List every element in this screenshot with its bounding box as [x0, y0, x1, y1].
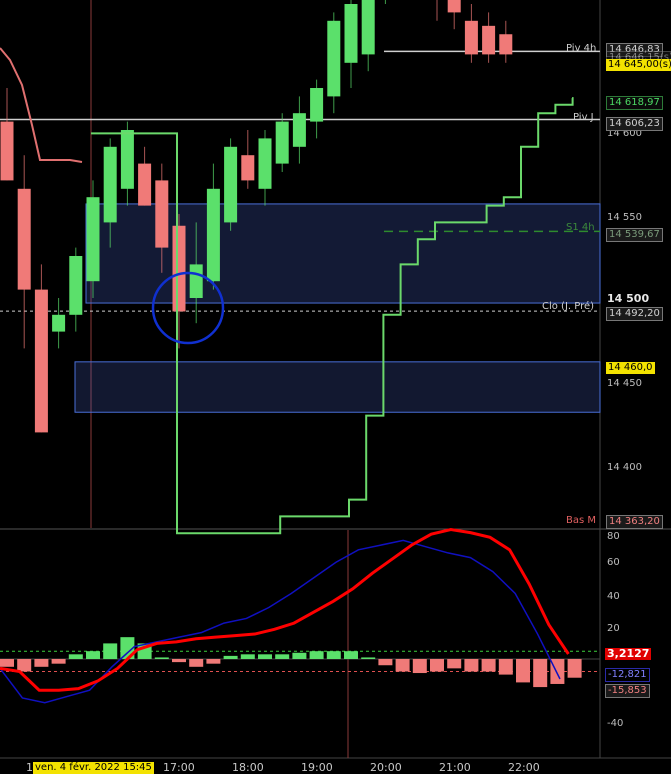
candle-body: [275, 121, 289, 164]
osc-histogram-bar: [86, 651, 100, 659]
osc-histogram-bar: [344, 651, 358, 659]
osc-hist-value: -15,853: [605, 684, 650, 698]
osc-histogram-bar: [361, 657, 376, 659]
candle-body: [499, 34, 513, 55]
osc-histogram-bar: [258, 654, 272, 659]
osc-histogram-bar: [567, 659, 582, 678]
candle-body: [189, 264, 203, 298]
osc-tick-neg40: -40: [607, 718, 624, 729]
candle-body: [258, 138, 272, 189]
candle-body: [155, 180, 169, 248]
osc-histogram-bar: [447, 659, 462, 669]
time-label-1800: 18:00: [232, 761, 264, 774]
candle-body: [52, 314, 66, 332]
osc-tick-80: 80: [607, 531, 620, 542]
s1-4h-label: S1 4h: [566, 222, 595, 233]
osc-histogram-bar: [464, 659, 479, 672]
candle-body: [361, 0, 375, 55]
candle-body: [241, 155, 255, 181]
clo-prev-label: Clo (J. Pré): [542, 301, 595, 312]
osc-blue-value: -12,821: [605, 668, 650, 682]
time-label-2100: 21:00: [439, 761, 471, 774]
trail-stop-value: 14 618,97: [606, 96, 663, 110]
bas-label: Bas M: [566, 515, 597, 526]
osc-histogram-bar: [103, 643, 118, 659]
osc-histogram-bar: [378, 659, 393, 666]
time-label-2000: 20:00: [370, 761, 402, 774]
candle-body: [344, 4, 358, 63]
candle-body: [120, 130, 134, 189]
candle-body: [464, 20, 478, 55]
osc-histogram-bar: [223, 655, 238, 659]
osc-histogram-bar: [51, 659, 66, 664]
osc-histogram-bar: [206, 659, 221, 664]
zone-value-tag: 14 460,0: [606, 362, 655, 374]
osc-tick-40: 40: [607, 591, 620, 602]
osc-tick-60: 60: [607, 557, 620, 568]
price-tick-14450: 14 450: [607, 378, 642, 389]
candle-body: [310, 88, 324, 122]
piv-j-label: Piv J: [573, 112, 594, 123]
osc-histogram-bar: [275, 654, 290, 659]
candle-body: [17, 188, 31, 290]
osc-histogram-bar: [395, 659, 410, 672]
osc-histogram-bar: [481, 659, 496, 672]
price-tick-14500: 14 500: [607, 292, 650, 305]
price-tick-14550: 14 550: [607, 212, 642, 223]
osc-histogram-bar: [240, 654, 255, 659]
time-label-2200: 22:00: [508, 761, 540, 774]
osc-histogram-bar: [172, 659, 186, 663]
time-label-1900: 19:00: [301, 761, 333, 774]
candle-body: [86, 197, 100, 282]
last-price-tag: 14 645,00(s): [606, 59, 671, 71]
candle-body: [103, 146, 117, 223]
osc-histogram-bar: [309, 651, 324, 659]
osc-histogram-bar: [17, 659, 32, 672]
osc-histogram-bar: [0, 659, 14, 667]
candle-body: [327, 20, 341, 97]
piv-j-value: 14 606,23: [606, 117, 663, 131]
candle-body: [172, 225, 186, 312]
osc-histogram-bar: [154, 657, 169, 659]
time-label-1700: 17:00: [163, 761, 195, 774]
trading-chart[interactable]: [0, 0, 671, 773]
osc-histogram-bar: [498, 659, 513, 675]
time-left-digit: 1: [26, 761, 33, 774]
lower-zone: [74, 361, 601, 413]
osc-histogram-bar: [516, 659, 530, 683]
piv-4h-label: Piv 4h: [566, 43, 597, 54]
candle-body: [69, 256, 83, 315]
cursor-time-label: ven. 4 févr. 2022 15:45: [33, 762, 154, 774]
bas-value: 14 363,20: [606, 515, 663, 529]
s1-4h-value: 14 539,67: [606, 228, 663, 242]
osc-histogram-bar: [34, 659, 49, 667]
osc-histogram-bar: [68, 654, 83, 659]
osc-histogram-bar: [292, 652, 307, 659]
osc-histogram-bar: [412, 659, 427, 674]
candle-body: [0, 121, 14, 181]
candle-body: [482, 25, 496, 55]
candle-body: [34, 289, 48, 433]
candle-body: [447, 0, 461, 13]
candle-body: [224, 146, 238, 223]
price-tick-14400: 14 400: [607, 462, 642, 473]
candle-body: [138, 163, 152, 206]
osc-red-value: 3,2127: [605, 647, 652, 660]
osc-histogram-bar: [189, 659, 204, 667]
osc-histogram-bar: [430, 659, 444, 672]
clo-prev-value: 14 492,20: [606, 307, 663, 321]
candle-body: [206, 188, 220, 282]
osc-histogram-bar: [533, 659, 548, 688]
osc-tick-20: 20: [607, 623, 620, 634]
candle-body: [292, 113, 306, 147]
osc-histogram-bar: [326, 651, 341, 659]
